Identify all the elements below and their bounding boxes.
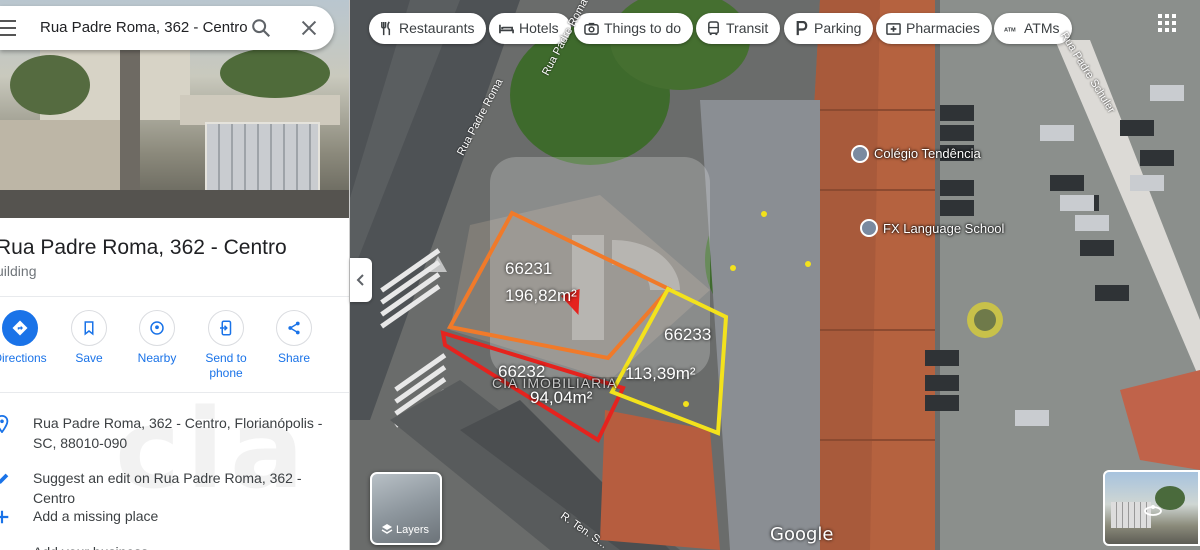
svg-text:ATM: ATM: [1004, 27, 1016, 33]
lot-66232-area: 94,04m²: [530, 388, 593, 407]
lot-66231-area: 196,82m²: [505, 286, 577, 305]
address-row[interactable]: Rua Padre Roma, 362 - Centro, Florianópo…: [0, 413, 349, 453]
add-place-icon: [0, 510, 9, 524]
layers-button[interactable]: Layers: [370, 472, 442, 545]
send-to-phone-icon: [220, 320, 232, 336]
directions-button[interactable]: Directions: [0, 310, 52, 366]
chip-restaurants[interactable]: Restaurants: [369, 13, 487, 44]
location-pin-icon: [0, 415, 9, 433]
lot-66233-area: 113,39m²: [625, 364, 696, 383]
rotate-360-icon: [1144, 505, 1162, 516]
nearby-button[interactable]: Nearby: [125, 310, 189, 366]
place-panel: Rua Padre Roma, 362 - Centro Rua Padre R…: [0, 0, 350, 550]
camera-icon: [584, 22, 599, 35]
send-to-phone-button[interactable]: Send to phone: [194, 310, 258, 381]
action-bar: Directions Save Nearby Send to phone Sha…: [0, 310, 349, 385]
bookmark-icon: [84, 321, 94, 336]
street-view-thumbnail[interactable]: [1103, 470, 1200, 546]
place-category: uilding: [0, 263, 37, 279]
overlay-brand-text: CIA IMOBILIARIA: [492, 375, 618, 391]
hotel-bed-icon: [499, 24, 514, 34]
school-poi-icon[interactable]: [860, 219, 878, 237]
lot-66233-id: 66233: [664, 325, 712, 344]
suggest-edit-row[interactable]: Suggest an edit on Rua Padre Roma, 362 -…: [0, 468, 349, 506]
chip-things-to-do[interactable]: Things to do: [574, 13, 694, 44]
directions-icon: [12, 320, 28, 336]
chevron-left-icon: [356, 274, 364, 286]
poi-colegio-tendencia[interactable]: Colégio Tendência: [874, 146, 981, 161]
bus-icon: [708, 21, 719, 36]
add-business-row[interactable]: Add your business: [0, 542, 349, 550]
share-icon: [288, 321, 300, 335]
restaurant-icon: [381, 21, 391, 36]
suggest-edit-prefix: Suggest an edit on: [33, 470, 154, 486]
add-missing-place-text: Add a missing place: [33, 508, 159, 524]
save-button[interactable]: Save: [57, 310, 121, 366]
collapse-panel-button[interactable]: [350, 258, 372, 302]
poi-fx-language-school[interactable]: FX Language School: [883, 221, 1004, 236]
lot-66231-id: 66231: [505, 259, 553, 278]
apps-grid-icon[interactable]: [1158, 14, 1178, 34]
search-box[interactable]: Rua Padre Roma, 362 - Centro: [0, 6, 334, 50]
school-poi-icon[interactable]: [851, 145, 869, 163]
search-input[interactable]: Rua Padre Roma, 362 - Centro: [40, 19, 248, 36]
close-icon[interactable]: [298, 17, 320, 39]
google-attribution: Google: [770, 524, 834, 545]
divider: [0, 296, 349, 297]
nearby-icon: [150, 321, 164, 335]
atm-icon: ATM: [1004, 27, 1016, 33]
place-title: Rua Padre Roma, 362 - Centro: [0, 236, 287, 259]
share-button[interactable]: Share: [262, 310, 326, 366]
add-business-text: Add your business: [33, 542, 333, 550]
edit-pencil-icon: [0, 473, 9, 484]
menu-icon[interactable]: [0, 20, 18, 36]
parking-icon: [796, 21, 808, 36]
add-missing-place-row[interactable]: Add a missing place: [0, 506, 349, 526]
map-imagery: [350, 0, 1200, 550]
chip-pharmacies[interactable]: Pharmacies: [876, 13, 992, 44]
search-icon[interactable]: [250, 17, 272, 39]
layers-icon: [381, 524, 393, 534]
chip-transit[interactable]: Transit: [696, 13, 781, 44]
satellite-map[interactable]: [350, 0, 1200, 550]
address-text: Rua Padre Roma, 362 - Centro, Florianópo…: [33, 415, 323, 451]
chip-parking[interactable]: Parking: [784, 13, 874, 44]
pharmacy-icon: [886, 23, 901, 35]
